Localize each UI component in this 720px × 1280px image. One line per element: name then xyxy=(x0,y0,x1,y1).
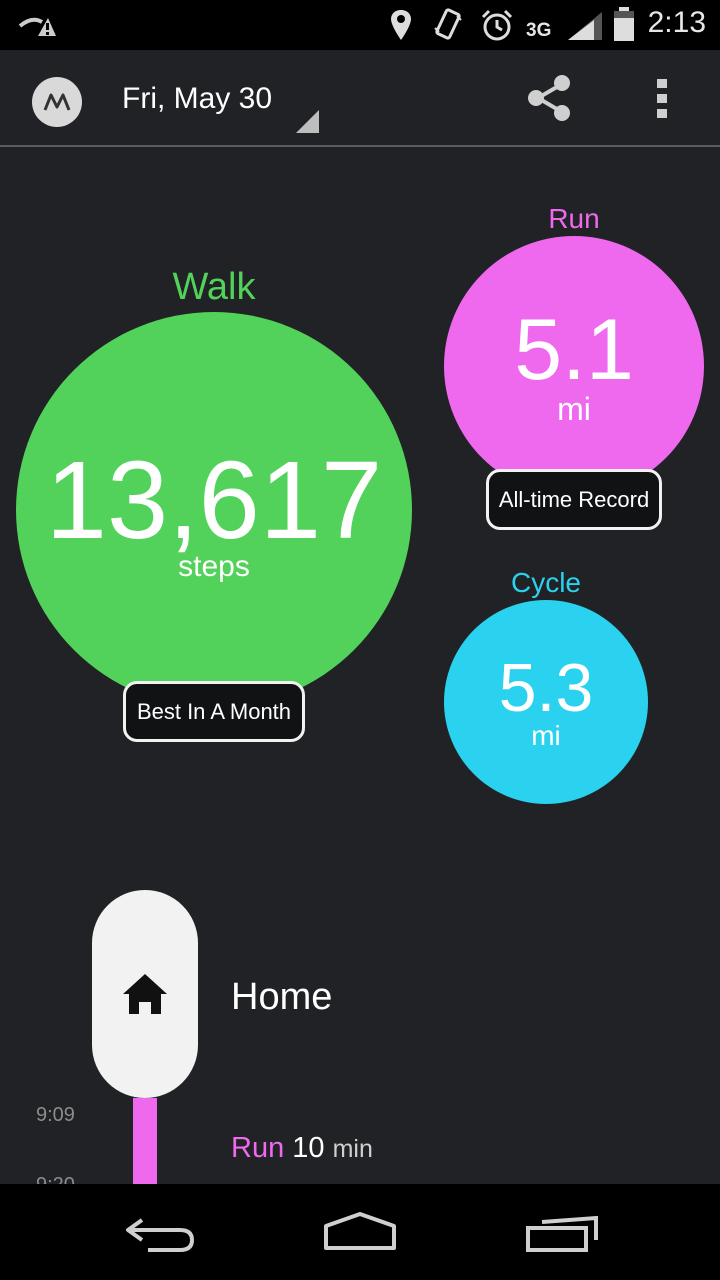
home-place-pill[interactable] xyxy=(92,890,198,1098)
timeline-start-time: 9:09 xyxy=(36,1104,75,1126)
status-time: 2:13 xyxy=(647,6,706,39)
home-nav-icon[interactable] xyxy=(322,1212,398,1252)
cycle-unit: mi xyxy=(531,720,561,751)
cycle-distance-value: 5.3 xyxy=(498,650,594,726)
walk-circle[interactable]: 13,617 steps xyxy=(16,312,412,708)
action-bar: Fri, May 30 xyxy=(0,50,720,147)
cell-signal-icon xyxy=(568,12,602,40)
walk-steps-value: 13,617 xyxy=(45,439,383,562)
cycle-circle[interactable]: 5.3 mi xyxy=(444,600,648,804)
date-selector[interactable]: Fri, May 30 xyxy=(122,82,272,116)
run-distance-value: 5.1 xyxy=(514,302,634,398)
home-icon xyxy=(123,974,167,1014)
alarm-icon xyxy=(481,9,513,41)
status-bar: 3G 2:13 xyxy=(0,0,720,50)
dropdown-indicator-icon xyxy=(296,110,319,133)
vibrate-icon xyxy=(434,8,462,40)
activity-duration: 10 xyxy=(292,1132,325,1164)
network-type: 3G xyxy=(526,20,552,41)
activity-entry[interactable]: Run 10 min xyxy=(231,1132,373,1165)
run-unit: mi xyxy=(557,391,591,427)
activity-duration-unit: min xyxy=(332,1135,373,1163)
run-badge: All-time Record xyxy=(486,469,662,530)
signal-warning-icon xyxy=(18,17,56,36)
back-icon[interactable] xyxy=(124,1212,196,1254)
run-label: Run xyxy=(548,203,600,234)
run-circle[interactable]: 5.1 mi xyxy=(444,236,704,496)
share-icon[interactable] xyxy=(524,72,574,124)
walk-unit: steps xyxy=(178,550,250,583)
place-name[interactable]: Home xyxy=(231,976,332,1019)
activity-type: Run xyxy=(231,1132,285,1164)
recent-apps-icon[interactable] xyxy=(524,1214,600,1254)
navigation-bar xyxy=(0,1184,720,1280)
walk-badge: Best In A Month xyxy=(123,681,305,742)
run-timeline-bar xyxy=(133,1098,157,1188)
walk-label: Walk xyxy=(172,266,256,308)
location-icon xyxy=(391,10,411,40)
battery-icon xyxy=(614,7,634,41)
cycle-label: Cycle xyxy=(510,567,581,598)
app-logo-icon[interactable] xyxy=(32,77,82,127)
overflow-menu-icon[interactable] xyxy=(652,76,672,122)
